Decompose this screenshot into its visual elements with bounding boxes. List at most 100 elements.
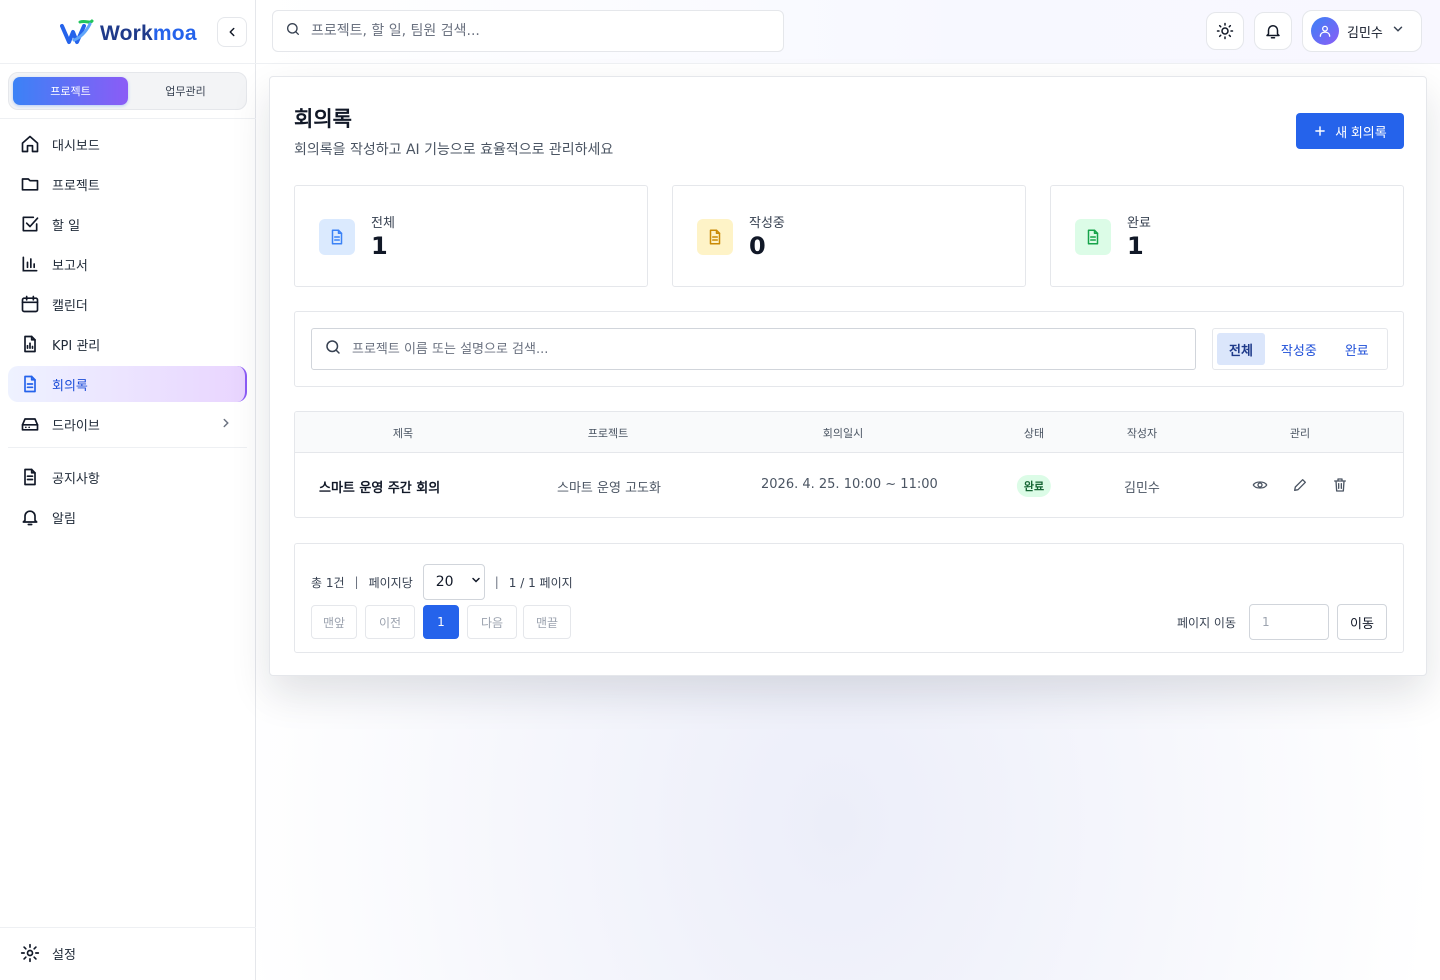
file-chart-icon — [20, 334, 40, 354]
view-button[interactable] — [1250, 475, 1270, 495]
logo-text: Workmoa — [100, 22, 197, 45]
column-header[interactable]: 프로젝트 — [588, 425, 628, 441]
document-icon — [1075, 219, 1111, 255]
chevron-down-icon — [1391, 22, 1405, 40]
cell-title[interactable]: 스마트 운영 주간 회의 — [319, 477, 440, 496]
sidebar-item-calendar[interactable]: 캘린더 — [8, 286, 247, 322]
status-badge: 완료 — [1016, 475, 1052, 497]
sun-icon — [1216, 22, 1234, 40]
project-search-input[interactable] — [352, 341, 1172, 357]
home-icon — [20, 134, 40, 154]
separator: | — [494, 575, 499, 589]
sidebar-item-dashboard[interactable]: 대시보드 — [8, 126, 247, 162]
stat-label: 완료 — [1127, 216, 1151, 231]
last-page-button[interactable]: 맨끝 — [523, 605, 571, 639]
theme-toggle-button[interactable] — [1206, 12, 1244, 50]
sidebar-item-label: 드라이브 — [52, 418, 100, 434]
logo[interactable]: Workmoa — [60, 18, 197, 50]
stat-card-draft: 작성중 0 — [672, 185, 1026, 287]
user-menu[interactable]: 김민수 — [1302, 10, 1422, 52]
divider — [0, 927, 256, 928]
meeting-notes-panel: 회의록 회의록을 작성하고 AI 기능으로 효율적으로 관리하세요 새 회의록 … — [269, 76, 1427, 676]
sidebar-item-meeting-notes[interactable]: 회의록 — [8, 366, 247, 402]
per-page-label: 페이지당 — [368, 575, 413, 590]
page-size-select[interactable]: 20 — [422, 564, 485, 600]
sidebar-item-drive[interactable]: 드라이브 — [8, 406, 247, 442]
checkbox-icon — [20, 214, 40, 234]
divider — [0, 118, 256, 119]
column-header[interactable]: 작성자 — [1127, 425, 1157, 441]
mode-work-button[interactable]: 업무관리 — [128, 77, 243, 105]
folder-icon — [20, 174, 40, 194]
sidebar-item-settings[interactable]: 설정 — [8, 935, 247, 971]
sidebar-item-notices[interactable]: 공지사항 — [8, 459, 247, 495]
new-meeting-note-button[interactable]: 새 회의록 — [1296, 113, 1404, 149]
pagination: 총 1건 | 페이지당 20 | 1 / 1 페이지 맨앞 이전 1 다음 맨끝… — [294, 543, 1404, 653]
user-name: 김민수 — [1347, 25, 1383, 41]
hard-drive-icon — [20, 414, 40, 434]
column-header[interactable]: 상태 — [1024, 425, 1044, 441]
mode-project-button[interactable]: 프로젝트 — [13, 77, 128, 105]
sidebar: Workmoa 프로젝트 업무관리 대시보드 프로젝트 할 일 보고서 캘린더 … — [0, 0, 256, 980]
prev-page-button[interactable]: 이전 — [365, 605, 415, 639]
sidebar-item-label: 보고서 — [52, 258, 88, 274]
filter-bar: 전체 작성중 완료 — [294, 311, 1404, 387]
sidebar-item-projects[interactable]: 프로젝트 — [8, 166, 247, 202]
search-icon — [285, 21, 301, 41]
sidebar-item-label: 프로젝트 — [52, 178, 100, 194]
tab-draft[interactable]: 작성중 — [1269, 333, 1329, 365]
stat-card-completed: 완료 1 — [1050, 185, 1404, 287]
bell-icon — [1266, 25, 1280, 39]
sidebar-item-kpi[interactable]: KPI 관리 — [8, 326, 247, 362]
tab-all[interactable]: 전체 — [1217, 333, 1265, 365]
sidebar-item-label: 대시보드 — [52, 138, 100, 154]
page-info: 1 / 1 페이지 — [508, 575, 573, 590]
new-meeting-note-label: 새 회의록 — [1335, 124, 1387, 140]
chevron-down-icon — [470, 574, 482, 590]
sidebar-item-label: KPI 관리 — [52, 338, 101, 354]
notifications-button[interactable] — [1254, 12, 1292, 50]
delete-button[interactable] — [1330, 475, 1350, 495]
plus-icon — [1315, 126, 1326, 136]
meeting-notes-table: 제목 프로젝트 회의일시 상태 작성자 관리 스마트 운영 주간 회의 스마트 … — [294, 411, 1404, 518]
stat-value: 1 — [371, 232, 388, 260]
sidebar-item-label: 할 일 — [52, 218, 81, 234]
divider — [8, 447, 247, 448]
sidebar-item-alerts[interactable]: 알림 — [8, 499, 247, 535]
column-header: 관리 — [1289, 427, 1311, 440]
project-search — [311, 328, 1196, 370]
bar-chart-icon — [20, 254, 40, 274]
edit-button[interactable] — [1290, 475, 1310, 495]
page-size-value: 20 — [435, 574, 454, 590]
document-icon — [20, 374, 40, 394]
pagination-info: 총 1건 | 페이지당 20 | 1 / 1 페이지 — [311, 564, 573, 600]
notice-icon — [20, 467, 40, 487]
column-header[interactable]: 회의일시 — [823, 425, 863, 441]
bell-icon — [20, 507, 40, 527]
avatar — [1311, 17, 1339, 45]
status-filter-tabs: 전체 작성중 완료 — [1212, 328, 1388, 370]
cell-author: 김민수 — [1124, 481, 1160, 496]
gear-icon — [20, 943, 40, 963]
page-title: 회의록 — [294, 107, 352, 131]
first-page-button[interactable]: 맨앞 — [311, 605, 357, 639]
chevron-right-icon — [219, 416, 233, 434]
stat-value: 1 — [1127, 232, 1144, 260]
tab-completed[interactable]: 완료 — [1333, 333, 1381, 365]
jump-button[interactable]: 이동 — [1337, 604, 1387, 640]
document-icon — [697, 219, 733, 255]
page-description: 회의록을 작성하고 AI 기능으로 효율적으로 관리하세요 — [294, 142, 614, 158]
jump-page-input[interactable] — [1249, 604, 1329, 640]
sidebar-item-todos[interactable]: 할 일 — [8, 206, 247, 242]
cell-datetime: 2026. 4. 25. 10:00 ~ 11:00 — [761, 477, 938, 492]
collapse-sidebar-button[interactable] — [217, 17, 247, 47]
global-search-input[interactable] — [311, 23, 771, 39]
search-icon — [324, 338, 342, 360]
table-header: 제목 프로젝트 회의일시 상태 작성자 관리 — [295, 412, 1403, 453]
sidebar-item-reports[interactable]: 보고서 — [8, 246, 247, 282]
next-page-button[interactable]: 다음 — [467, 605, 517, 639]
table-row[interactable]: 스마트 운영 주간 회의 스마트 운영 고도화 2026. 4. 25. 10:… — [295, 453, 1403, 517]
calendar-icon — [20, 294, 40, 314]
page-1-button[interactable]: 1 — [423, 605, 459, 639]
column-header[interactable]: 제목 — [393, 425, 413, 441]
